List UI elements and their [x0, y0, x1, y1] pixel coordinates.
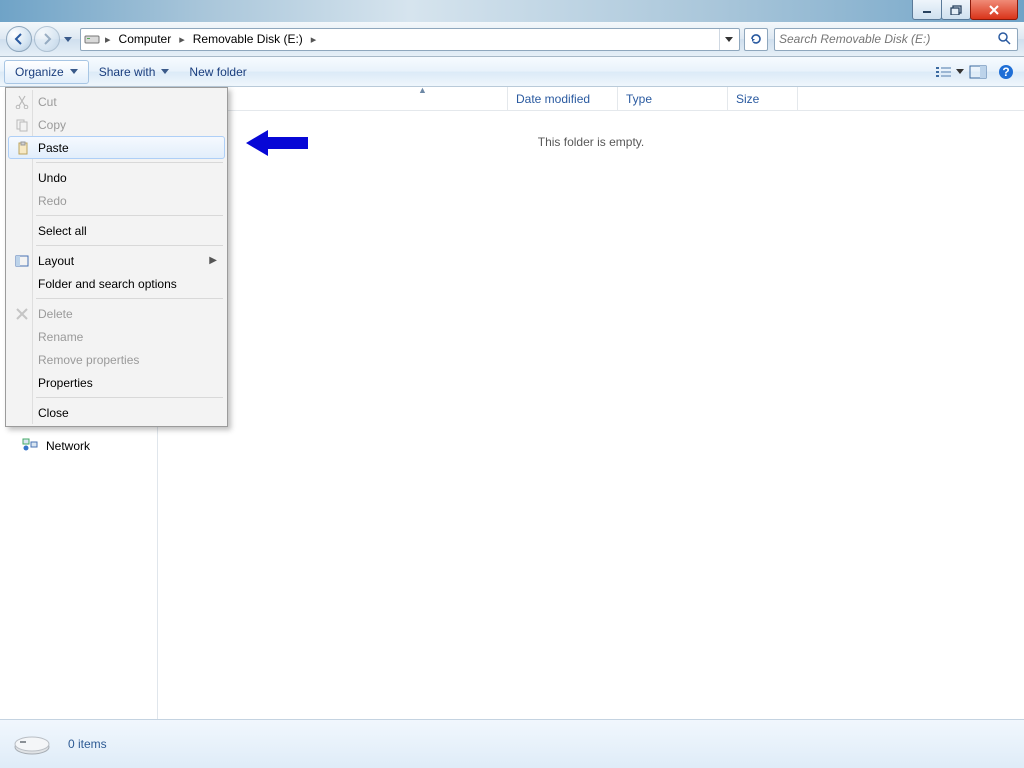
menu-item-delete[interactable]: Delete — [8, 302, 225, 325]
organize-label: Organize — [15, 65, 64, 79]
view-options-button[interactable] — [924, 61, 964, 83]
organize-dropdown-menu: Cut Copy Paste Undo Redo Select all Layo… — [5, 87, 228, 427]
address-breadcrumb[interactable]: ▸ Computer ▸ Removable Disk (E:) ▸ — [80, 28, 740, 51]
help-icon: ? — [998, 64, 1014, 80]
copy-icon — [13, 118, 31, 132]
network-icon — [22, 437, 40, 454]
menu-item-label: Undo — [38, 171, 67, 185]
share-with-menu-button[interactable]: Share with — [89, 60, 180, 84]
search-icon — [997, 31, 1013, 48]
drive-large-icon — [12, 729, 52, 759]
menu-separator — [36, 245, 223, 246]
chevron-down-icon — [956, 69, 964, 74]
history-dropdown-button[interactable] — [62, 29, 74, 49]
menu-item-label: Paste — [38, 141, 69, 155]
chevron-right-icon: ▸ — [175, 33, 189, 46]
sidebar-item-label: Network — [46, 439, 90, 453]
svg-text:?: ? — [1002, 65, 1009, 79]
menu-item-label: Layout — [38, 254, 74, 268]
column-header-date-modified[interactable]: Date modified — [508, 87, 618, 111]
menu-separator — [36, 397, 223, 398]
window-titlebar-strip — [0, 0, 1024, 22]
help-button[interactable]: ? — [992, 61, 1020, 83]
column-header-row: ▲ Name Date modified Type Size — [158, 87, 1024, 111]
chevron-right-icon: ▸ — [101, 33, 115, 46]
maximize-button[interactable] — [941, 0, 971, 20]
menu-item-label: Select all — [38, 224, 87, 238]
menu-item-label: Properties — [38, 376, 93, 390]
organize-menu-button[interactable]: Organize — [4, 60, 89, 84]
drive-icon — [83, 31, 101, 47]
column-header-name[interactable]: ▲ Name — [338, 87, 508, 111]
back-button[interactable] — [6, 26, 32, 52]
cut-icon — [13, 95, 31, 109]
menu-separator — [36, 298, 223, 299]
menu-item-label: Folder and search options — [38, 277, 177, 291]
arrow-right-icon — [40, 32, 54, 46]
chevron-right-icon: ▸ — [307, 33, 321, 46]
menu-separator — [36, 162, 223, 163]
menu-item-label: Copy — [38, 118, 66, 132]
menu-item-label: Cut — [38, 95, 57, 109]
layout-icon — [13, 255, 31, 267]
menu-item-select-all[interactable]: Select all — [8, 219, 225, 242]
status-item-count: 0 items — [68, 737, 107, 751]
close-button[interactable] — [970, 0, 1018, 20]
paste-icon — [14, 141, 32, 155]
menu-item-label: Close — [38, 406, 69, 420]
file-list-pane[interactable]: ▲ Name Date modified Type Size This fold… — [158, 87, 1024, 719]
refresh-button[interactable] — [744, 28, 768, 51]
menu-item-remove-properties[interactable]: Remove properties — [8, 348, 225, 371]
preview-pane-icon — [969, 65, 987, 79]
menu-item-layout[interactable]: Layout ▶ — [8, 249, 225, 272]
chevron-right-icon: ▶ — [209, 255, 217, 266]
menu-item-paste[interactable]: Paste — [8, 136, 225, 159]
menu-item-label: Remove properties — [38, 353, 139, 367]
menu-item-folder-options[interactable]: Folder and search options — [8, 272, 225, 295]
menu-item-copy[interactable]: Copy — [8, 113, 225, 136]
menu-item-cut[interactable]: Cut — [8, 90, 225, 113]
column-header-type[interactable]: Type — [618, 87, 728, 111]
newfolder-label: New folder — [189, 65, 246, 79]
menu-item-label: Delete — [38, 307, 73, 321]
search-box[interactable] — [774, 28, 1018, 51]
menu-separator — [36, 215, 223, 216]
menu-item-label: Rename — [38, 330, 83, 344]
command-bar: Organize Share with New folder ? — [0, 57, 1024, 87]
breadcrumb-computer[interactable]: Computer — [115, 29, 176, 50]
caption-button-group — [913, 0, 1018, 20]
menu-item-label: Redo — [38, 194, 67, 208]
new-folder-button[interactable]: New folder — [179, 60, 256, 84]
column-header-size[interactable]: Size — [728, 87, 798, 111]
arrow-left-icon — [12, 32, 26, 46]
menu-item-close[interactable]: Close — [8, 401, 225, 424]
breadcrumb-removable-disk[interactable]: Removable Disk (E:) — [189, 29, 307, 50]
sidebar-item-network[interactable]: Network — [22, 437, 90, 454]
delete-icon — [13, 308, 31, 320]
menu-item-properties[interactable]: Properties — [8, 371, 225, 394]
chevron-down-icon — [161, 69, 169, 74]
chevron-down-icon — [70, 69, 78, 74]
refresh-icon — [749, 32, 763, 46]
search-input[interactable] — [779, 32, 997, 46]
menu-item-redo[interactable]: Redo — [8, 189, 225, 212]
address-history-button[interactable] — [719, 29, 737, 50]
forward-button[interactable] — [34, 26, 60, 52]
status-bar: 0 items — [0, 719, 1024, 768]
menu-item-rename[interactable]: Rename — [8, 325, 225, 348]
annotation-arrow — [246, 128, 310, 158]
menu-item-undo[interactable]: Undo — [8, 166, 225, 189]
view-details-icon — [935, 65, 953, 79]
navigation-bar: ▸ Computer ▸ Removable Disk (E:) ▸ — [0, 22, 1024, 57]
minimize-button[interactable] — [912, 0, 942, 20]
preview-pane-button[interactable] — [964, 61, 992, 83]
share-label: Share with — [99, 65, 156, 79]
sort-ascending-icon: ▲ — [338, 85, 507, 95]
